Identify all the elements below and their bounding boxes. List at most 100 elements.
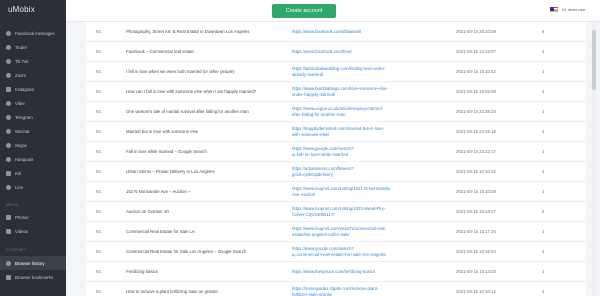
visit-date: 2021-03-15 10:05:08 — [456, 89, 496, 95]
page-url-link[interactable]: https://www.facebook.com/feed — [292, 42, 392, 62]
telegram-icon — [6, 114, 11, 120]
sidebar-item-instagram[interactable]: Instagram — [0, 82, 66, 96]
sidebar-item-label: Line — [15, 184, 24, 190]
user-greeting[interactable]: Hi, demo user — [562, 8, 586, 12]
globe-icon — [6, 260, 11, 266]
visit-date: 2021-03-15 10:10:22 — [456, 169, 496, 175]
sidebar-item-label: Viber — [15, 100, 25, 106]
visit-count: 1 — [542, 69, 545, 75]
sidebar-item-line[interactable]: Line — [0, 180, 66, 194]
table-row[interactable]: 92. How to remove a plant fertilizing st… — [86, 282, 586, 296]
visit-count: 1 — [542, 149, 545, 155]
visit-count: 1 — [542, 169, 545, 175]
table-row[interactable]: 92. One woman's tale of marital survival… — [86, 102, 586, 122]
sidebar-item-label: Telegram — [15, 114, 33, 120]
line-icon — [6, 184, 11, 190]
sidebar-item-tinder[interactable]: Tinder — [0, 40, 66, 54]
page-url-link[interactable]: https://happilydeminted.com/married-but-… — [292, 122, 392, 142]
sidebar-item-browser-history[interactable]: Browser history — [0, 256, 66, 270]
sidebar-item-photos[interactable]: Photos — [0, 210, 66, 224]
row-number: 92. — [96, 249, 102, 255]
sidebar-item-label: Videos — [15, 228, 29, 234]
page-title: Commercial Real Estate for Sale Los Ange… — [126, 249, 247, 255]
table-row[interactable]: 92. Facebook – Commercial real estate ht… — [86, 42, 586, 62]
page-title: Photography, Street Art, & Real Estate i… — [126, 29, 250, 35]
row-number: 92. — [96, 289, 102, 295]
sidebar-item-label: Facebook messages — [15, 30, 55, 36]
app-window: uMobix Facebook messages Tinder Tik Tok … — [0, 0, 600, 296]
sidebar-item-hangouts[interactable]: Hangouts — [0, 152, 66, 166]
internet-section-heading: INTERNET — [6, 248, 27, 252]
table-row[interactable]: 92. Auction on October 20 https://www.lo… — [86, 202, 586, 222]
scroll-thumb[interactable] — [592, 30, 596, 90]
sidebar-item-telegram[interactable]: Telegram — [0, 110, 66, 124]
page-url-link[interactable]: https://www.bumblablogs.com/love-someone… — [292, 82, 392, 102]
table-row[interactable]: 92. Married but in love with someone els… — [86, 122, 586, 142]
row-number: 92. — [96, 149, 102, 155]
vertical-scrollbar[interactable] — [592, 22, 596, 296]
page-title: Facebook – Commercial real estate — [126, 49, 194, 55]
page-title: Married but in love with someone else — [126, 129, 199, 135]
bookmark-icon — [6, 274, 11, 280]
kik-icon — [6, 170, 11, 176]
sidebar-item-tiktok[interactable]: Tik Tok — [0, 54, 66, 68]
table-row[interactable]: 92. Urban Stems – Flower Delivery in Los… — [86, 162, 586, 182]
page-title: Urban Stems – Flower Delivery in Los Ang… — [126, 169, 215, 175]
create-account-button[interactable]: Create account — [272, 4, 336, 18]
page-title: Fertilizing basics — [126, 269, 158, 275]
table-row[interactable]: 92. Fertilizing basics https://www.thesp… — [86, 262, 586, 282]
video-icon — [6, 228, 11, 234]
visit-date: 2021-03-15 10:10:42 — [456, 69, 496, 75]
app-logo: uMobix — [8, 5, 35, 14]
sidebar-item-videos[interactable]: Videos — [0, 224, 66, 238]
zoom-icon — [6, 72, 11, 78]
page-title: Auction on October 20 — [126, 209, 169, 215]
sidebar-item-viber[interactable]: Viber — [0, 96, 66, 110]
sidebar-item-browser-bookmarks[interactable]: Browser bookmarks — [0, 270, 66, 284]
row-number: 92. — [96, 109, 102, 115]
sidebar-item-kik[interactable]: Kik — [0, 166, 66, 180]
visit-count: 5 — [542, 29, 545, 35]
sidebar-item-facebook-messages[interactable]: Facebook messages — [0, 26, 66, 40]
page-url-link[interactable]: https://www.loopnet.com/Listing/1521-N-N… — [292, 182, 392, 202]
page-url-link[interactable]: https://www.loopnet.com/Listing/1023-Mea… — [292, 202, 392, 222]
table-row[interactable]: 92. I fell in love when we were both mar… — [86, 62, 586, 82]
row-number: 92. — [96, 169, 102, 175]
page-url-link[interactable]: https://www.vogue.co.uk/article/staying-… — [292, 102, 392, 122]
visit-date: 2021-03-15 10:10:08 — [456, 189, 496, 195]
page-title: I fell in love when we were both married… — [126, 69, 235, 75]
visit-count: 2 — [542, 209, 545, 215]
sidebar-nav: Facebook messages Tinder Tik Tok Zoom In… — [0, 26, 66, 194]
table-row[interactable]: 92. Commercial Real Estate for Sale LA h… — [86, 222, 586, 242]
page-url-link[interactable]: https://www.facebook.com/dtlaatwell — [292, 22, 392, 42]
photo-icon — [6, 214, 11, 220]
page-url-link[interactable]: https://www.google.com/search?q=fall+in+… — [292, 142, 392, 162]
page-url-link[interactable]: https://apracticalwedding.com/finding-lo… — [292, 62, 392, 82]
table-row[interactable]: 92. 152 N Normandie Ave – Auction – http… — [86, 182, 586, 202]
visit-date: 2021-03-15 10:17:34 — [456, 229, 496, 235]
table-row[interactable]: 92. Photography, Street Art, & Real Esta… — [86, 22, 586, 42]
visit-count: 1 — [542, 89, 545, 95]
row-number: 92. — [96, 189, 102, 195]
sidebar-item-label: Kik — [15, 170, 21, 176]
visit-date: 2021-03-15 22:43:17 — [456, 149, 496, 155]
page-url-link[interactable]: https://www.thespruce.com/fertilizing-ba… — [292, 262, 392, 282]
visit-date: 2021-03-15 10:10:12 — [456, 289, 496, 295]
table-row[interactable]: 92. Fall in love while married – Google … — [86, 142, 586, 162]
page-url-link[interactable]: https://www.google.com/search?q=commerci… — [292, 242, 392, 262]
sidebar-item-label: Wechat — [15, 128, 30, 134]
table-row[interactable]: 92. Commercial Real Estate for Sale Los … — [86, 242, 586, 262]
us-flag-icon[interactable] — [550, 7, 558, 13]
page-url-link[interactable]: https://urbanstems.com/flowers?gclid=cj0… — [292, 162, 392, 182]
page-url-link[interactable]: https://homeguides.sfgate.com/remove-pla… — [292, 282, 392, 296]
table-row[interactable]: 92. How can I fall in love with someone … — [86, 82, 586, 102]
instagram-icon — [6, 86, 11, 92]
skype-icon — [6, 142, 11, 148]
sidebar-item-zoom[interactable]: Zoom — [0, 68, 66, 82]
page-url-link[interactable]: https://www.loopnet.com/search/commercia… — [292, 222, 392, 242]
row-number: 92. — [96, 129, 102, 135]
row-number: 92. — [96, 269, 102, 275]
sidebar-item-wechat[interactable]: Wechat — [0, 124, 66, 138]
sidebar-item-skype[interactable]: Skype — [0, 138, 66, 152]
page-title: Commercial Real Estate for Sale LA — [126, 229, 195, 235]
